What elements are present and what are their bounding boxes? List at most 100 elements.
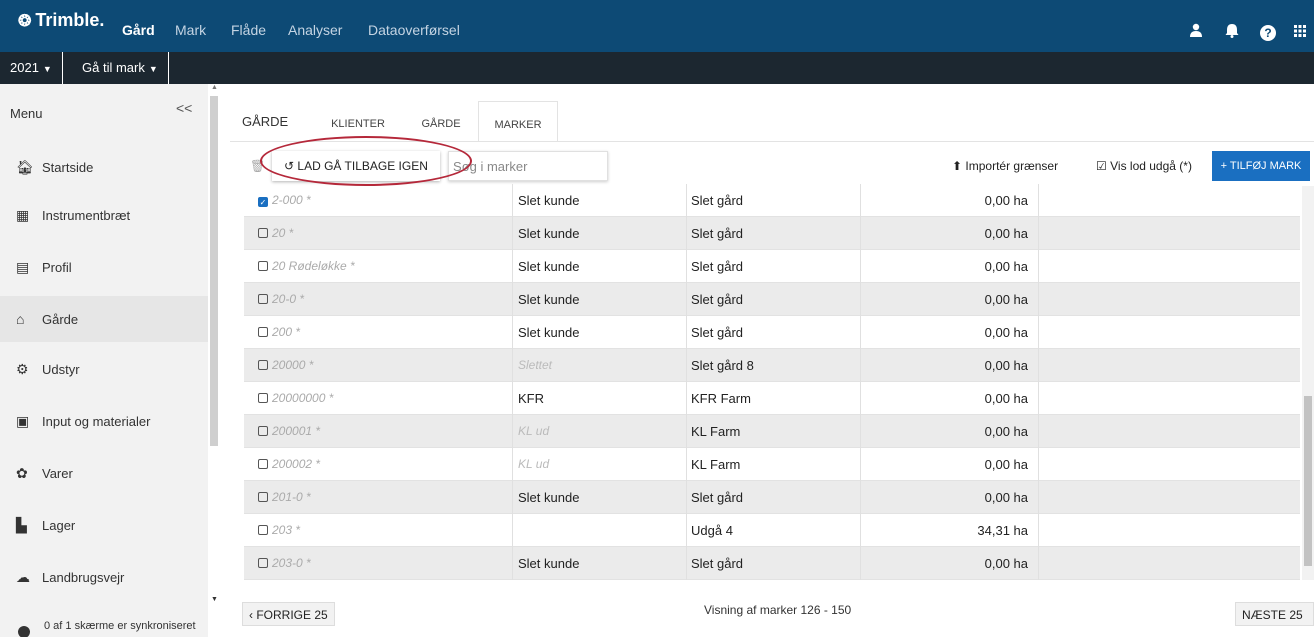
- field-name-cell[interactable]: 20-0 *: [258, 283, 304, 316]
- column-divider: [512, 283, 513, 316]
- sidebar-item-lager[interactable]: ▙ Lager: [0, 502, 208, 548]
- help-icon[interactable]: ?: [1250, 24, 1286, 41]
- row-checkbox[interactable]: [258, 459, 268, 469]
- trash-icon[interactable]: 🗑︎: [250, 159, 265, 173]
- column-divider: [686, 481, 687, 514]
- row-checkbox[interactable]: [258, 426, 268, 436]
- equipment-icon: ⚙: [16, 360, 29, 377]
- sidebar-item-landbrugsvejr[interactable]: ☁ Landbrugsvejr: [0, 554, 208, 600]
- field-name: 20 Rødeløkke *: [272, 259, 355, 273]
- row-checkbox[interactable]: ✓: [258, 197, 268, 207]
- table-row[interactable]: 200001 * KL ud KL Farm 0,00 ha: [244, 415, 1300, 448]
- goto-field-selector[interactable]: Gå til mark ▼: [72, 52, 169, 84]
- farm-cell: Slet gård: [691, 556, 744, 571]
- field-name: 20000 *: [272, 358, 314, 372]
- sidebar-item-input[interactable]: ▣ Input og materialer: [0, 398, 208, 444]
- row-checkbox[interactable]: [258, 492, 268, 502]
- nav-analyser[interactable]: Analyser: [288, 22, 342, 38]
- next-page-button[interactable]: NÆSTE 25 ›: [1235, 602, 1314, 637]
- column-divider: [686, 184, 687, 217]
- farm-cell: Slet gård: [691, 193, 744, 208]
- sidebar-item-instrumentbraet[interactable]: ▦ Instrumentbræt: [0, 192, 208, 238]
- undo-delete-button[interactable]: ↺ LAD GÅ TILBAGE IGEN: [272, 151, 440, 181]
- field-name: 200 *: [272, 325, 301, 339]
- row-checkbox[interactable]: [258, 294, 268, 304]
- field-name-cell[interactable]: 20 *: [258, 217, 293, 250]
- year-selector[interactable]: 2021 ▼: [0, 52, 63, 84]
- area-cell: 0,00 ha: [984, 358, 1028, 373]
- field-name-cell[interactable]: 200 *: [258, 316, 300, 349]
- trimble-logo[interactable]: ❂ Trimble.: [18, 10, 104, 31]
- row-checkbox[interactable]: [258, 228, 268, 238]
- tab-marker[interactable]: MARKER: [478, 101, 558, 141]
- row-checkbox[interactable]: [258, 327, 268, 337]
- table-row[interactable]: 20000000 * KFR KFR Farm 0,00 ha: [244, 382, 1300, 415]
- field-name-cell[interactable]: 20000 *: [258, 349, 313, 382]
- sidebar-scroll-thumb[interactable]: [210, 96, 218, 446]
- row-checkbox[interactable]: [258, 393, 268, 403]
- area-cell: 0,00 ha: [984, 193, 1028, 208]
- field-name-cell[interactable]: 20 Rødeløkke *: [258, 250, 355, 283]
- apps-grid-icon[interactable]: [1286, 24, 1314, 41]
- column-divider: [512, 217, 513, 250]
- collapse-sidebar-icon[interactable]: <<: [176, 100, 192, 116]
- farm-cell: Slet gård: [691, 259, 744, 274]
- column-divider: [686, 283, 687, 316]
- row-checkbox[interactable]: [258, 525, 268, 535]
- add-field-button[interactable]: + TILFØJ MARK: [1212, 151, 1310, 181]
- sidebar-item-profil[interactable]: ▤ Profil: [0, 244, 208, 290]
- sidebar-item-varer[interactable]: ✿ Varer: [0, 450, 208, 496]
- trimble-mark-icon: ❂: [18, 12, 32, 30]
- area-cell: 0,00 ha: [984, 490, 1028, 505]
- nav-mark[interactable]: Mark: [175, 22, 206, 38]
- table-scroll-thumb[interactable]: [1304, 396, 1312, 566]
- table-row[interactable]: 201-0 * Slet kunde Slet gård 0,00 ha: [244, 481, 1300, 514]
- scroll-up-icon[interactable]: ▲: [211, 84, 218, 91]
- sidebar-item-garde[interactable]: ⌂ Gårde: [0, 296, 208, 342]
- table-row[interactable]: 203 * Udgå 4 34,31 ha: [244, 514, 1300, 547]
- import-boundaries-button[interactable]: ⬆ Importér grænser: [952, 159, 1058, 173]
- sidebar-item-udstyr[interactable]: ⚙ Udstyr: [0, 346, 208, 392]
- field-name-cell[interactable]: 203 *: [258, 514, 300, 547]
- client-cell: Slet kunde: [518, 259, 580, 274]
- sync-icon: [18, 626, 30, 637]
- table-scrollbar[interactable]: [1302, 186, 1314, 580]
- client-cell: KFR: [518, 391, 544, 406]
- page-title: GÅRDE: [242, 114, 289, 129]
- nav-dataoverforsel[interactable]: Dataoverførsel: [368, 22, 460, 38]
- scroll-down-icon[interactable]: ▼: [211, 596, 218, 603]
- previous-page-button[interactable]: ‹ FORRIGE 25: [242, 602, 335, 626]
- fields-table: ✓ 2-000 * Slet kunde Slet gård 0,00 ha 20 * Sl…: [244, 184, 1300, 580]
- user-icon[interactable]: [1178, 23, 1214, 41]
- farm-cell: Udgå 4: [691, 523, 733, 538]
- tab-klienter[interactable]: KLIENTER: [318, 101, 398, 141]
- field-name-cell[interactable]: 200002 *: [258, 448, 320, 481]
- sidebar-scrollbar[interactable]: ▲ ▼: [208, 84, 222, 637]
- sidebar-item-startside[interactable]: 🏠︎ Startside: [0, 144, 208, 190]
- nav-gard[interactable]: Gård: [122, 22, 155, 38]
- field-name-cell[interactable]: ✓ 2-000 *: [258, 184, 311, 217]
- sidebar-item-label: Landbrugsvejr: [42, 569, 125, 585]
- table-row[interactable]: 203-0 * Slet kunde Slet gård 0,00 ha: [244, 547, 1300, 580]
- table-row[interactable]: 20 * Slet kunde Slet gård 0,00 ha: [244, 217, 1300, 250]
- table-row[interactable]: 20000 * Slettet Slet gård 8 0,00 ha: [244, 349, 1300, 382]
- field-name-cell[interactable]: 20000000 *: [258, 382, 333, 415]
- nav-flade[interactable]: Flåde: [231, 22, 266, 38]
- table-row[interactable]: 20-0 * Slet kunde Slet gård 0,00 ha: [244, 283, 1300, 316]
- show-inactive-toggle[interactable]: ☑ Vis lod udgå (*): [1096, 159, 1192, 173]
- bell-icon[interactable]: [1214, 23, 1250, 42]
- row-checkbox[interactable]: [258, 360, 268, 370]
- row-checkbox[interactable]: [258, 558, 268, 568]
- field-name-cell[interactable]: 201-0 *: [258, 481, 311, 514]
- column-divider: [512, 415, 513, 448]
- tab-garde[interactable]: GÅRDE: [408, 101, 474, 141]
- field-name-cell[interactable]: 203-0 *: [258, 547, 311, 580]
- table-row[interactable]: ✓ 2-000 * Slet kunde Slet gård 0,00 ha: [244, 184, 1300, 217]
- row-checkbox[interactable]: [258, 261, 268, 271]
- table-row[interactable]: 20 Rødeløkke * Slet kunde Slet gård 0,00 ha: [244, 250, 1300, 283]
- table-row[interactable]: 200 * Slet kunde Slet gård 0,00 ha: [244, 316, 1300, 349]
- search-input[interactable]: Søg i marker: [448, 151, 608, 181]
- home-icon: 🏠︎: [16, 158, 34, 175]
- table-row[interactable]: 200002 * KL ud KL Farm 0,00 ha: [244, 448, 1300, 481]
- field-name-cell[interactable]: 200001 *: [258, 415, 320, 448]
